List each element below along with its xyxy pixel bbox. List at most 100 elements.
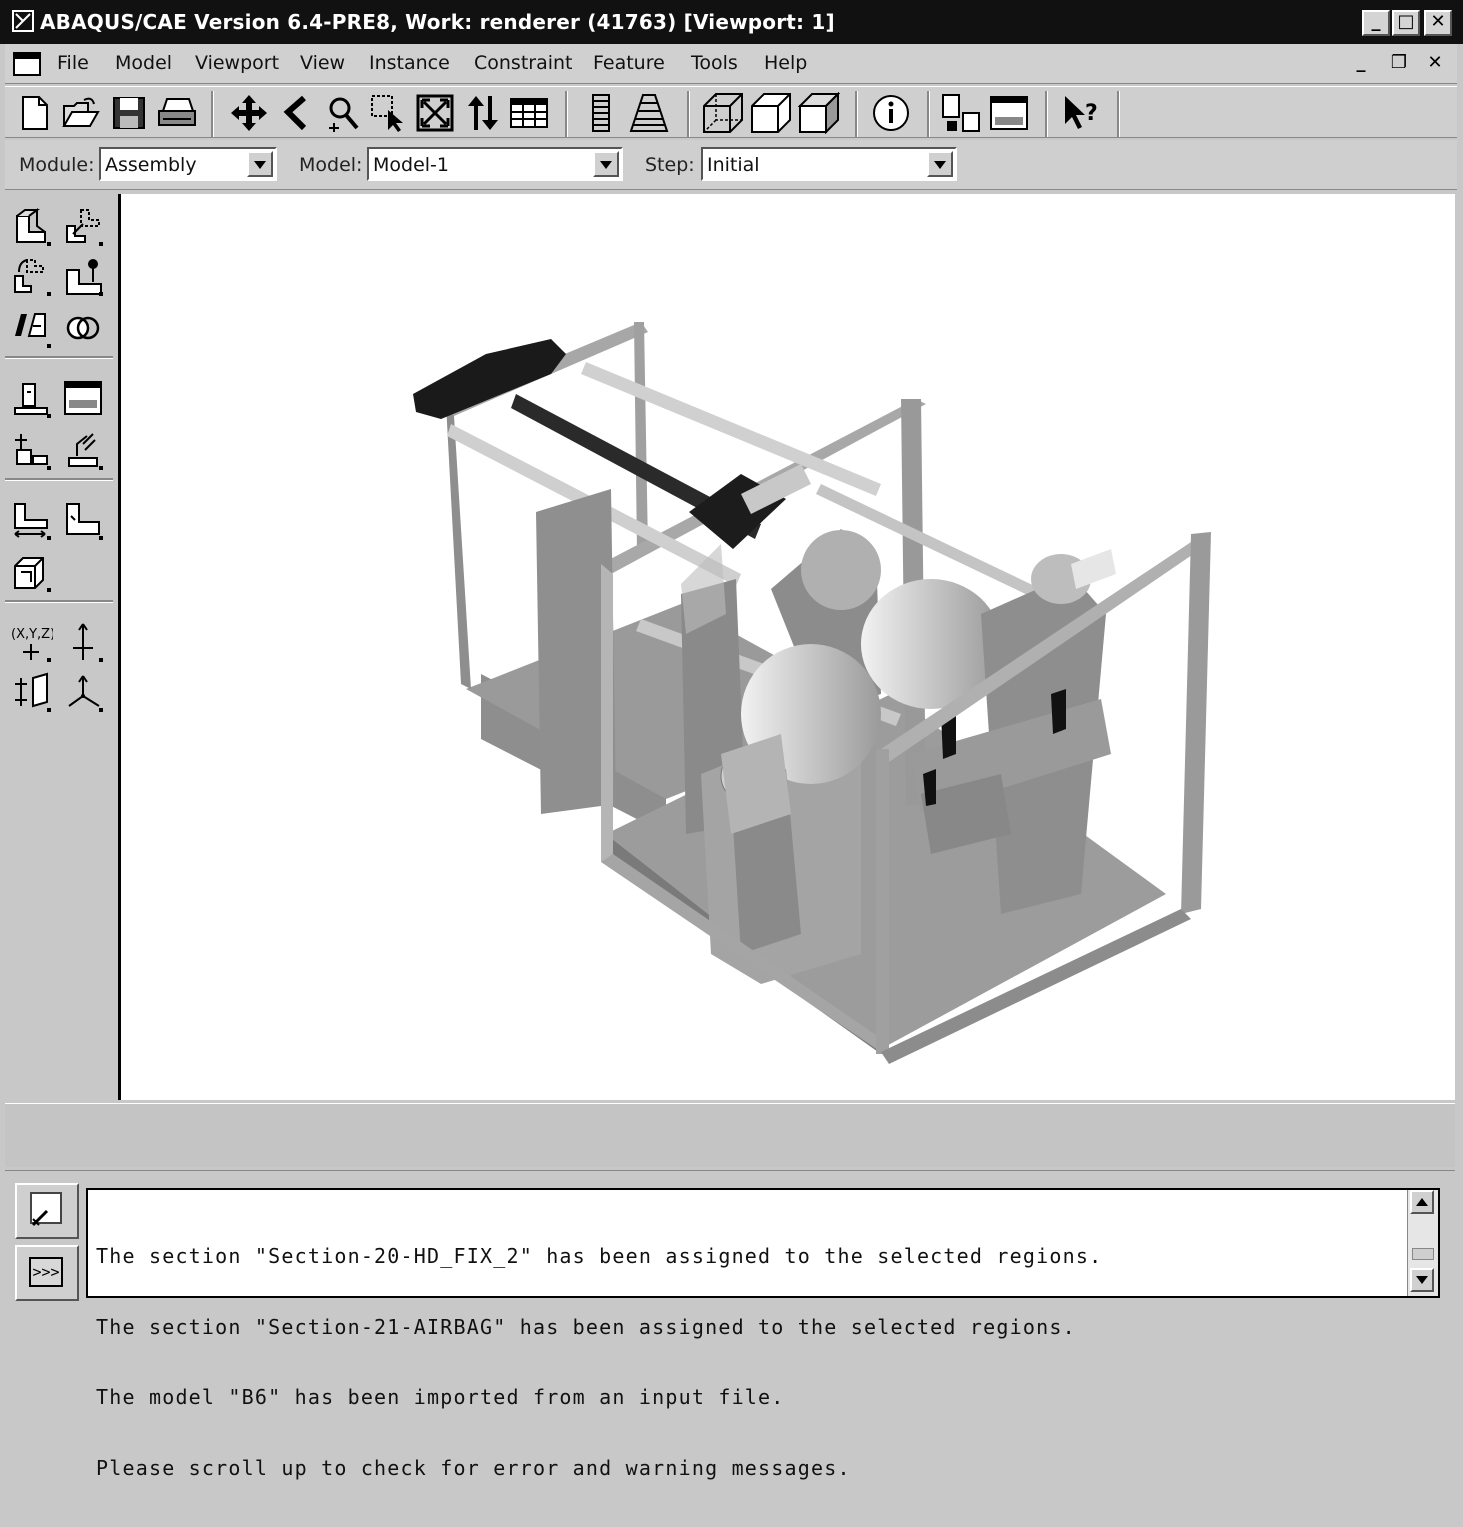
menu-tools[interactable]: Tools bbox=[691, 52, 738, 74]
document-window-icon[interactable] bbox=[13, 52, 41, 76]
datum-csys-icon bbox=[68, 675, 100, 707]
toolbar-separator bbox=[927, 91, 930, 137]
perspective-button[interactable] bbox=[579, 91, 623, 135]
datum-axis-button[interactable] bbox=[61, 620, 105, 664]
boolean-icon bbox=[66, 316, 100, 340]
menu-instance[interactable]: Instance bbox=[369, 52, 450, 74]
face-to-face-icon bbox=[66, 503, 100, 535]
datum-point-icon: (X,Y,Z) bbox=[11, 627, 53, 660]
mdi-restore-button[interactable]: ❐ bbox=[1385, 51, 1413, 77]
open-file-button[interactable] bbox=[59, 91, 103, 135]
parallel-button[interactable] bbox=[627, 91, 671, 135]
auto-fit-button[interactable] bbox=[413, 91, 457, 135]
menu-viewport[interactable]: Viewport bbox=[195, 52, 279, 74]
translate-instance-button[interactable] bbox=[61, 254, 105, 298]
mdi-minimize-button[interactable]: _ bbox=[1347, 51, 1375, 77]
chevron-down-icon[interactable] bbox=[247, 151, 273, 177]
datum-plane-icon bbox=[15, 672, 48, 708]
context-help-button[interactable]: ? bbox=[1059, 91, 1103, 135]
step-select[interactable]: Initial bbox=[701, 147, 957, 181]
toolbar-separator bbox=[565, 91, 568, 137]
minimize-button[interactable]: _ bbox=[1362, 10, 1390, 36]
toolbar-separator bbox=[855, 91, 858, 137]
datum-axis-icon bbox=[73, 623, 93, 660]
scroll-thumb[interactable] bbox=[1412, 1248, 1434, 1260]
module-label: Module: bbox=[19, 154, 95, 176]
message-area[interactable]: The section "Section-20-HD_FIX_2" has be… bbox=[86, 1188, 1440, 1479]
parallel-csys-icon bbox=[14, 503, 48, 538]
parallel-csys-button[interactable] bbox=[9, 498, 53, 542]
datum-plane-button[interactable] bbox=[9, 670, 53, 714]
model-select[interactable]: Model-1 bbox=[367, 147, 623, 181]
chevron-down-icon bbox=[1416, 1276, 1428, 1284]
toolbox-separator bbox=[5, 600, 113, 603]
render-hidden-icon bbox=[751, 93, 791, 133]
scroll-up-button[interactable] bbox=[1410, 1190, 1434, 1214]
assembly-model-render[interactable] bbox=[121, 194, 1455, 1100]
menu-model[interactable]: Model bbox=[115, 52, 172, 74]
cycle-button[interactable] bbox=[461, 91, 505, 135]
command-line-tab[interactable]: >>> bbox=[15, 1245, 79, 1301]
menu-view[interactable]: View bbox=[300, 52, 345, 74]
chevron-down-icon[interactable] bbox=[593, 151, 619, 177]
instance-part-button[interactable] bbox=[9, 204, 53, 248]
coaxial-button[interactable] bbox=[9, 428, 53, 472]
prompt-area bbox=[5, 1103, 1455, 1167]
datum-csys-button[interactable] bbox=[61, 670, 105, 714]
step-label: Step: bbox=[645, 154, 695, 176]
convert-constraints-button[interactable] bbox=[9, 550, 53, 594]
chevron-down-icon[interactable] bbox=[927, 151, 953, 177]
render-wireframe-button[interactable] bbox=[701, 91, 745, 135]
menu-feature[interactable]: Feature bbox=[593, 52, 665, 74]
print-button[interactable] bbox=[155, 91, 199, 135]
save-button[interactable] bbox=[107, 91, 151, 135]
viewport-layout-button[interactable] bbox=[939, 91, 983, 135]
menu-bar: File Model Viewport View Instance Constr… bbox=[5, 44, 1457, 84]
abaqus-app-icon[interactable] bbox=[12, 10, 34, 32]
maximize-button[interactable]: □ bbox=[1392, 10, 1420, 36]
main-toolbar: ? bbox=[5, 86, 1457, 138]
magnify-icon bbox=[329, 97, 359, 132]
coincident-point-button[interactable] bbox=[61, 428, 105, 472]
message-line: The model "B6" has been imported from an… bbox=[96, 1385, 785, 1409]
module-toolbox: (X,Y,Z) bbox=[5, 192, 115, 1102]
magnify-button[interactable] bbox=[321, 91, 365, 135]
query-info-icon bbox=[873, 95, 909, 131]
table-button[interactable] bbox=[507, 91, 551, 135]
message-area-tab[interactable] bbox=[15, 1183, 79, 1239]
table-icon bbox=[510, 98, 548, 128]
linear-pattern-button[interactable] bbox=[61, 204, 105, 248]
rotate-button[interactable] bbox=[275, 91, 319, 135]
box-zoom-icon bbox=[371, 95, 403, 132]
cut-merge-button[interactable] bbox=[61, 306, 105, 350]
menu-help[interactable]: Help bbox=[764, 52, 807, 74]
edge-to-edge-button[interactable] bbox=[61, 376, 105, 420]
mdi-close-button[interactable]: ✕ bbox=[1421, 51, 1449, 77]
message-scrollbar[interactable] bbox=[1407, 1190, 1438, 1296]
radial-pattern-button[interactable] bbox=[9, 254, 53, 298]
viewport-canvas[interactable] bbox=[118, 194, 1455, 1100]
menu-constraint[interactable]: Constraint bbox=[474, 52, 573, 74]
box-zoom-button[interactable] bbox=[367, 91, 411, 135]
save-icon bbox=[113, 97, 145, 129]
toolbox-separator bbox=[5, 356, 113, 359]
viewport-layout-icon bbox=[942, 94, 980, 132]
render-shaded-button[interactable] bbox=[797, 91, 841, 135]
menu-file[interactable]: File bbox=[57, 52, 89, 74]
merge-instances-button[interactable] bbox=[9, 306, 53, 350]
new-file-button[interactable] bbox=[13, 91, 57, 135]
pan-button[interactable] bbox=[227, 91, 271, 135]
face-to-face-button[interactable] bbox=[61, 498, 105, 542]
parallel-face-button[interactable] bbox=[9, 376, 53, 420]
scroll-down-button[interactable] bbox=[1410, 1268, 1434, 1292]
linear-pattern-icon bbox=[66, 209, 100, 243]
toolbar-separator bbox=[1117, 91, 1120, 137]
viewport-annotation-button[interactable] bbox=[987, 91, 1031, 135]
module-select[interactable]: Assembly bbox=[99, 147, 277, 181]
close-button[interactable]: ✕ bbox=[1424, 10, 1452, 36]
datum-point-button[interactable]: (X,Y,Z) bbox=[9, 620, 53, 664]
render-hidden-button[interactable] bbox=[749, 91, 793, 135]
viewport-annotation-icon bbox=[990, 96, 1028, 130]
svg-text:(X,Y,Z): (X,Y,Z) bbox=[11, 627, 53, 642]
query-info-button[interactable] bbox=[869, 91, 913, 135]
